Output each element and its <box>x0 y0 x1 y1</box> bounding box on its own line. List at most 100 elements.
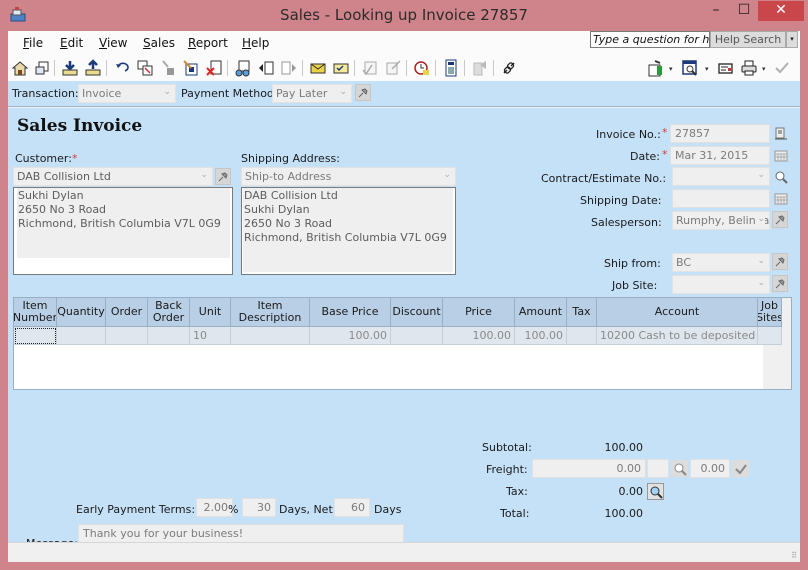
shipping-address-box[interactable]: DAB Collision Ltd Sukhi Dylan 2650 No 3 … <box>241 187 456 275</box>
calculator-button[interactable] <box>441 58 461 78</box>
payment-method-select[interactable]: Pay Later ⌄ <box>272 84 352 103</box>
customize-form-button[interactable] <box>181 58 201 78</box>
fill-backorder-button[interactable] <box>360 58 380 78</box>
transaction-select[interactable]: Invoice ⌄ <box>78 84 176 103</box>
menu-sales[interactable]: Sales <box>143 36 175 50</box>
lookup-button[interactable] <box>233 58 253 78</box>
column-header[interactable]: Tax <box>567 298 597 327</box>
customer-address-box[interactable]: Sukhi Dylan 2650 No 3 Road Richmond, Bri… <box>13 187 233 275</box>
contract-lookup-button[interactable] <box>772 168 789 185</box>
email-form-button[interactable] <box>716 58 736 78</box>
post-button[interactable] <box>772 58 792 78</box>
shipping-date-field[interactable] <box>672 189 770 208</box>
freight-tax-field[interactable]: 0.00 <box>690 459 730 478</box>
check-entry-button[interactable] <box>331 58 351 78</box>
table-cell[interactable]: 10200 Cash to be deposited <box>597 327 758 345</box>
next-button[interactable] <box>279 58 299 78</box>
table-cell[interactable]: 100.00 <box>443 327 515 345</box>
resize-grip-icon[interactable]: ⠿ <box>791 551 797 560</box>
help-search-button[interactable]: Help Search <box>710 31 786 48</box>
salesperson-select[interactable]: Rumphy, Belinda ⌄ <box>672 211 770 230</box>
export-button[interactable] <box>470 58 490 78</box>
time-slip-button[interactable] <box>412 58 432 78</box>
shipping-address-select[interactable]: Ship-to Address ⌄ <box>241 167 456 186</box>
minimize-button[interactable]: – <box>702 1 730 21</box>
column-header[interactable]: Unit <box>190 298 231 327</box>
job-site-select[interactable]: ⌄ <box>672 275 770 294</box>
salesperson-pin-button[interactable] <box>772 211 788 228</box>
contract-estimate-select[interactable]: ⌄ <box>672 167 770 186</box>
freight-approve-button[interactable] <box>732 460 749 477</box>
preview-dropdown[interactable]: ▾ <box>705 65 709 73</box>
column-header[interactable]: Amount <box>515 298 567 327</box>
undo-button[interactable] <box>112 58 132 78</box>
menu-report[interactable]: Report <box>188 36 228 50</box>
column-header[interactable]: Job Sites <box>758 298 782 327</box>
table-cell[interactable] <box>231 327 310 345</box>
job-site-pin-button[interactable] <box>772 275 788 292</box>
maximize-button[interactable]: ☐ <box>730 1 758 21</box>
table-cell[interactable] <box>106 327 148 345</box>
help-question-input[interactable]: Type a question for help <box>590 31 710 48</box>
new-window-button[interactable] <box>32 58 52 78</box>
adjust-invoice-button[interactable] <box>135 58 155 78</box>
page-title: Sales Invoice <box>17 116 143 136</box>
close-button[interactable]: ✕ <box>758 1 804 21</box>
column-header[interactable]: Discount <box>391 298 443 327</box>
table-cell[interactable]: 100.00 <box>515 327 567 345</box>
recurring-button[interactable] <box>158 58 178 78</box>
attach-button[interactable] <box>499 58 519 78</box>
table-cell[interactable] <box>758 327 782 345</box>
home-button[interactable] <box>10 58 30 78</box>
cancel-order-button[interactable] <box>383 58 403 78</box>
ship-from-select[interactable]: BC ⌄ <box>672 253 770 272</box>
date-field[interactable]: Mar 31, 2015 <box>670 146 770 165</box>
line-items-table[interactable]: Item Number Quantity Order Back Order Unit It… <box>13 297 792 390</box>
column-header[interactable]: Base Price <box>310 298 391 327</box>
freight-field[interactable]: 0.00 <box>532 459 646 478</box>
previous-button[interactable] <box>256 58 276 78</box>
print-dropdown[interactable]: ▾ <box>762 65 766 73</box>
customize-dropdown[interactable]: ▾ <box>669 65 673 73</box>
help-dropdown-button[interactable]: ▾ <box>786 31 798 48</box>
discount-days-field[interactable]: 30 <box>242 498 276 517</box>
table-cell[interactable] <box>391 327 443 345</box>
table-cell[interactable] <box>57 327 106 345</box>
menu-view[interactable]: View <box>99 36 127 50</box>
table-cell[interactable] <box>148 327 190 345</box>
column-header[interactable]: Item Number <box>14 298 57 327</box>
invoice-number-button[interactable] <box>772 125 789 142</box>
freight-tax-code-field[interactable] <box>647 459 669 478</box>
email-button[interactable] <box>308 58 328 78</box>
net-days-field[interactable]: 60 <box>334 498 370 517</box>
remove-button[interactable] <box>204 58 224 78</box>
customer-pin-button[interactable] <box>215 168 231 185</box>
table-cell[interactable] <box>567 327 597 345</box>
menu-edit[interactable]: Edit <box>60 36 83 50</box>
column-header[interactable]: Account <box>597 298 758 327</box>
table-cell[interactable] <box>14 327 57 345</box>
table-row[interactable]: 10 100.00 100.00 100.00 10200 Cash to be dep… <box>14 327 782 345</box>
payment-method-pin-button[interactable] <box>355 84 371 101</box>
column-header[interactable]: Item Description <box>231 298 310 327</box>
save-download-button[interactable] <box>60 58 80 78</box>
tax-detail-button[interactable] <box>647 483 664 500</box>
invoice-no-field[interactable]: 27857 <box>670 124 770 143</box>
customer-select[interactable]: DAB Collision Ltd ⌄ <box>13 167 213 186</box>
print-button[interactable] <box>739 58 759 78</box>
upload-button[interactable] <box>83 58 103 78</box>
column-header[interactable]: Quantity <box>57 298 106 327</box>
freight-tax-lookup-button[interactable] <box>671 460 688 477</box>
date-calendar-button[interactable] <box>772 147 789 164</box>
column-header[interactable]: Back Order <box>148 298 190 327</box>
table-cell[interactable]: 100.00 <box>310 327 391 345</box>
column-header[interactable]: Price <box>443 298 515 327</box>
shipping-date-calendar-button[interactable] <box>772 190 789 207</box>
column-header[interactable]: Order <box>106 298 148 327</box>
table-cell[interactable]: 10 <box>190 327 231 345</box>
menu-file[interactable]: File <box>23 36 43 50</box>
menu-help[interactable]: Help <box>242 36 269 50</box>
customize-button[interactable] <box>646 58 666 78</box>
print-preview-button[interactable] <box>680 58 700 78</box>
ship-from-pin-button[interactable] <box>772 253 788 270</box>
